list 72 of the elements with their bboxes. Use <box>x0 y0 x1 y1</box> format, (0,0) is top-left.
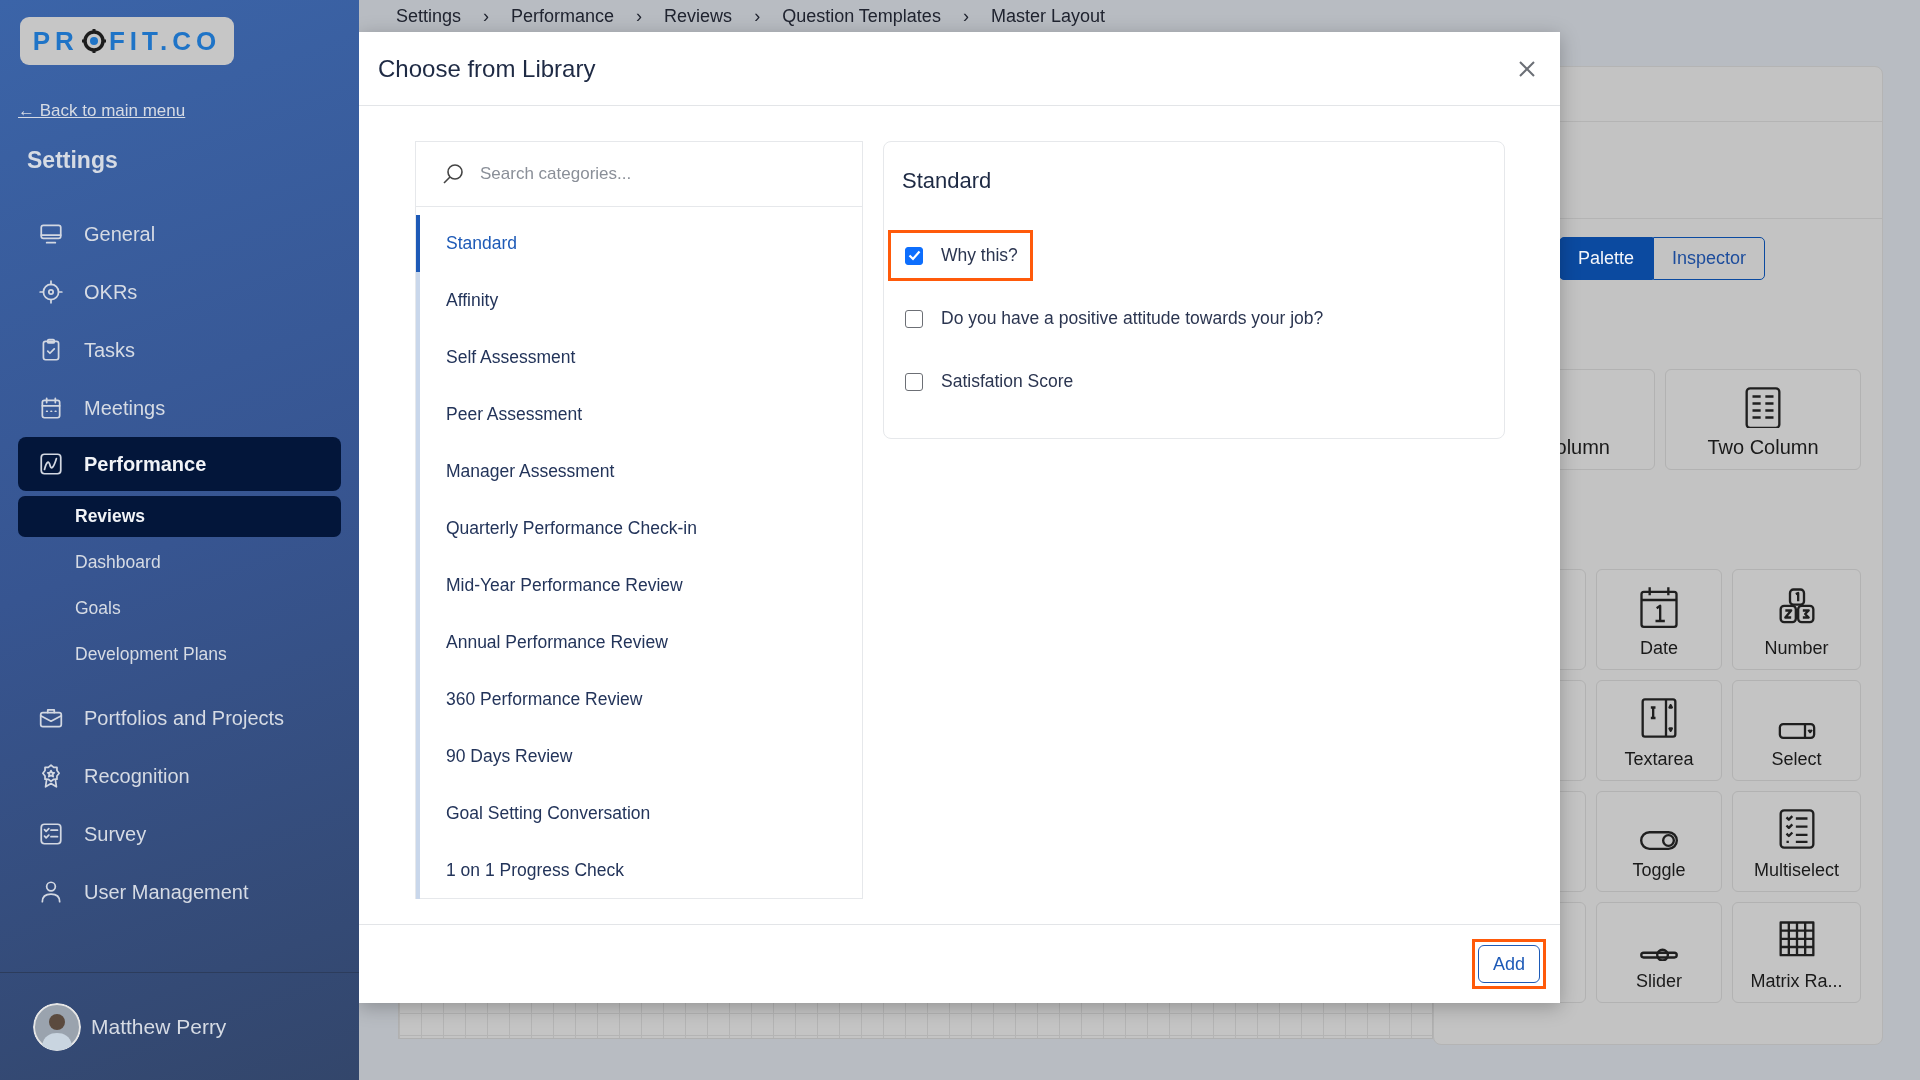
category-item[interactable]: Peer Assessment <box>416 386 862 443</box>
breadcrumb-separator: › <box>636 6 643 28</box>
panel-tab[interactable]: Palette <box>1559 237 1654 280</box>
category-item[interactable]: 360 Performance Review <box>416 671 862 728</box>
sidebar-item[interactable]: General <box>18 205 341 263</box>
section-title: Standard <box>902 168 992 194</box>
palette-tile[interactable]: Matrix Ra... <box>1732 902 1861 1003</box>
sidebar-item[interactable]: Tasks <box>18 321 341 379</box>
question-row[interactable]: Do you have a positive attitude towards your job? <box>888 293 1339 344</box>
palette-tile[interactable]: Slider <box>1596 902 1722 1003</box>
sidebar-subitem[interactable]: Reviews <box>18 496 341 537</box>
dropdown-icon <box>1777 723 1816 739</box>
sidebar-item[interactable]: Recognition <box>18 747 341 805</box>
search-icon <box>442 163 464 185</box>
back-link[interactable]: ← Back to main menu <box>18 101 186 121</box>
logo: PR FIT.CO <box>20 17 234 65</box>
dialog-title: Choose from Library <box>378 54 596 83</box>
question-row[interactable]: Why this? <box>888 230 1033 281</box>
crosshair-icon <box>80 28 107 54</box>
breadcrumb-separator: › <box>483 6 490 28</box>
breadcrumb-separator: › <box>754 6 761 28</box>
slider-icon <box>1640 948 1678 961</box>
question-label: Why this? <box>941 245 1018 266</box>
user-name: Matthew Perry <box>91 1014 227 1039</box>
category-item[interactable]: Goal Setting Conversation <box>416 785 862 842</box>
palette-tile[interactable]: Toggle <box>1596 791 1722 892</box>
columns-icon <box>1743 386 1783 428</box>
textarea-icon <box>1639 697 1679 739</box>
sidebar-item[interactable]: Meetings <box>18 379 341 437</box>
sidebar-subitem[interactable]: Development Plans <box>18 631 341 677</box>
category-item[interactable]: 90 Days Review <box>416 728 862 785</box>
category-item[interactable]: Self Assessment <box>416 329 862 386</box>
checklist-icon <box>38 821 64 847</box>
sidebar-subitem[interactable]: Dashboard <box>18 539 341 585</box>
question-label: Do you have a positive attitude towards your job? <box>941 308 1324 329</box>
toggle-icon <box>1640 831 1678 850</box>
category-item[interactable]: Quarterly Performance Check-in <box>416 500 862 557</box>
close-icon <box>1518 59 1536 78</box>
checkbox[interactable] <box>905 309 923 328</box>
sidebar-item[interactable]: OKRs <box>18 263 341 321</box>
sidebar-item[interactable]: User Management <box>18 863 341 921</box>
palette-tile[interactable]: Date <box>1596 569 1722 670</box>
monitor-icon <box>38 221 64 247</box>
sidebar-item[interactable]: Portfolios and Projects <box>18 689 341 747</box>
question-row[interactable]: Satisfation Score <box>888 356 1089 407</box>
calendar-icon <box>1639 586 1679 628</box>
sidebar-item[interactable]: Performance <box>18 437 341 491</box>
search-field[interactable]: Search categories... <box>480 164 780 184</box>
chart-icon <box>38 451 64 477</box>
avatar[interactable] <box>33 1002 81 1051</box>
panel-tab[interactable]: Inspector <box>1653 237 1766 280</box>
checkbox[interactable] <box>905 372 923 391</box>
category-item[interactable]: Affinity <box>416 272 862 329</box>
palette-tile[interactable]: Select <box>1732 680 1861 781</box>
crosshair-icon <box>38 279 64 305</box>
question-label: Satisfation Score <box>941 371 1074 392</box>
palette-tile[interactable]: Multiselect <box>1732 791 1861 892</box>
palette-tile[interactable]: Textarea <box>1596 680 1722 781</box>
category-item[interactable]: Standard <box>416 215 862 272</box>
calendar-icon <box>38 395 64 421</box>
add-button[interactable]: Add <box>1477 945 1540 983</box>
category-item[interactable]: Manager Assessment <box>416 443 862 500</box>
checkbox[interactable] <box>905 246 923 265</box>
category-item[interactable]: 1 on 1 Progress Check <box>416 842 862 899</box>
breadcrumb-separator: › <box>962 6 969 28</box>
palette-tile[interactable]: Two Column <box>1665 369 1861 470</box>
palette-tile[interactable]: Number <box>1732 569 1861 670</box>
sidebar-title: Settings <box>27 147 118 174</box>
sidebar-subitem[interactable]: Goals <box>18 585 341 631</box>
category-item[interactable]: Annual Performance Review <box>416 614 862 671</box>
sidebar-item[interactable]: Survey <box>18 805 341 863</box>
category-item[interactable]: Mid-Year Performance Review <box>416 557 862 614</box>
